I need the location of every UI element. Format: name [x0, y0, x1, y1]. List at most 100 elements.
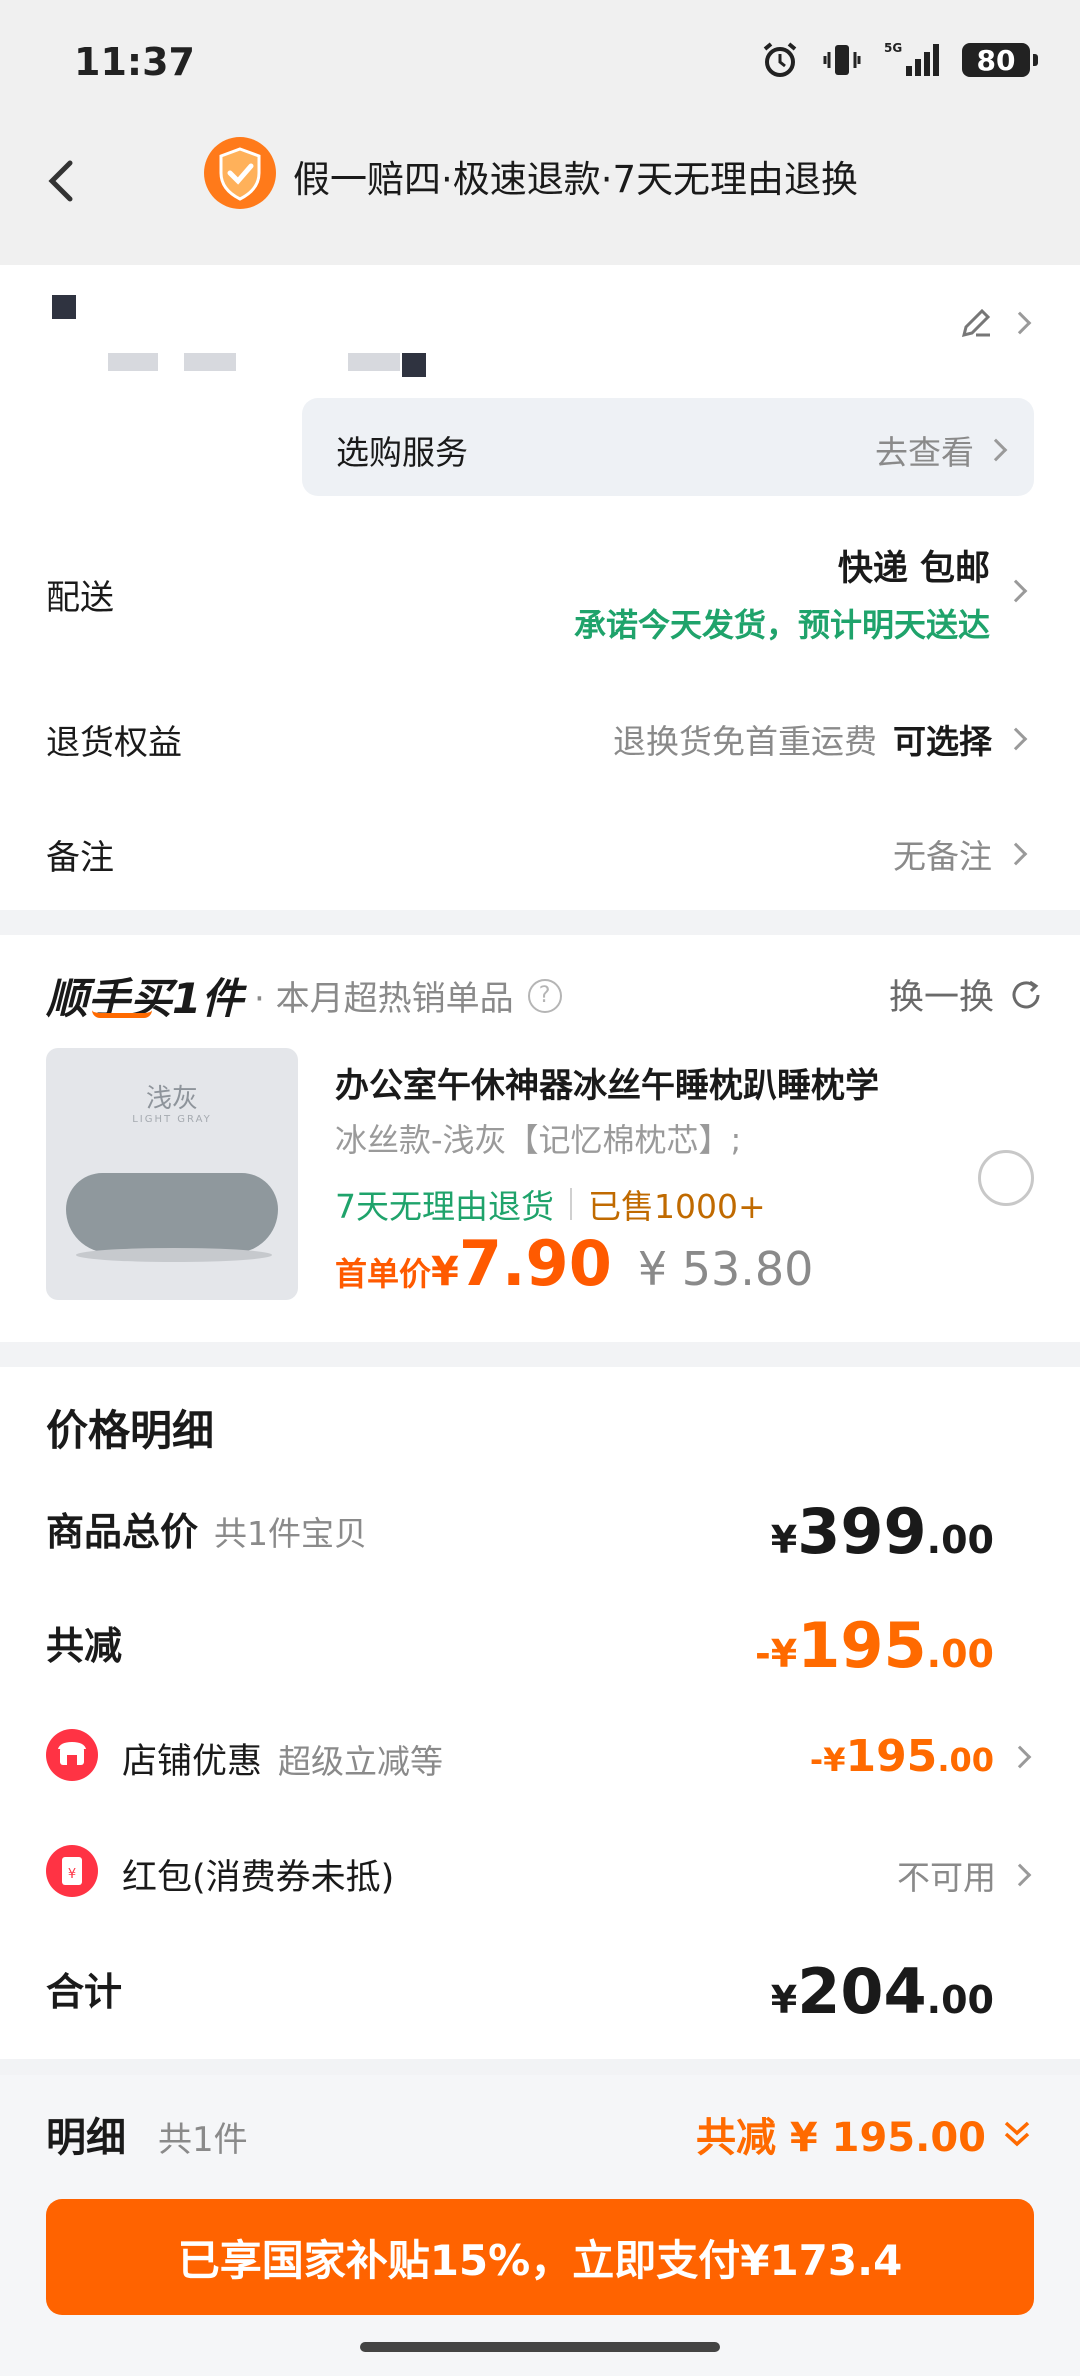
amount-currency: ¥ [770, 1518, 798, 1562]
shop-discount-row[interactable]: 店铺优惠 超级立减等 -¥ 195.00 [46, 1725, 1034, 1795]
home-indicator [360, 2342, 720, 2352]
swap-label: 换一换 [888, 978, 994, 1018]
amount-decimal: .00 [937, 1741, 994, 1779]
price-detail-title: 价格明细 [46, 1406, 215, 1455]
product-image[interactable]: 浅灰 LIGHT GRAY [46, 1048, 298, 1300]
price-label: 首单价 [335, 1255, 432, 1293]
help-icon[interactable]: ? [527, 978, 562, 1013]
product-price: 首单价 ¥ 7.90 ¥ 53.80 [335, 1227, 813, 1300]
amount-integer: 195 [845, 1731, 938, 1782]
status-bar: 11:37 5G 80 [0, 0, 1080, 125]
delivery-label: 配送 [46, 578, 114, 618]
pillow-graphic [66, 1173, 278, 1253]
red-packet-status: 不可用 [897, 1851, 1032, 1899]
service-link-text: 去查看 [875, 433, 974, 472]
returns-value: 退换货免首重运费 [613, 722, 877, 761]
chevron-right-icon [1008, 1863, 1032, 1887]
total-amount: ¥399.00 [771, 1495, 994, 1568]
note-value: 无备注 [893, 837, 992, 876]
returns-option[interactable]: 退换货免首重运费 可选择 [613, 715, 1028, 763]
price-currency: ¥ [431, 1249, 459, 1295]
total-label-text: 商品总价 [46, 1510, 199, 1554]
product-image-sublabel: LIGHT GRAY [132, 1114, 212, 1125]
product-title[interactable]: 办公室午休神器冰丝午睡枕趴睡枕学 [335, 1058, 879, 1107]
battery-icon: 80 [962, 43, 1038, 77]
shop-discount-label-text: 店铺优惠 [122, 1742, 263, 1782]
alarm-icon [760, 40, 800, 80]
amount-currency: -¥ [755, 1632, 798, 1676]
back-button[interactable] [36, 145, 96, 215]
address-card: 选购服务 去查看 配送 快递 包邮 承诺今天发货，预计明天送达 退货权益 退换货… [0, 265, 1080, 910]
tag-divider [570, 1188, 572, 1220]
chevron-right-icon [1004, 842, 1028, 866]
service-label: 选购服务 [336, 433, 468, 472]
price-detail-card: 价格明细 商品总价 共1件宝贝 ¥399.00 共减 -¥ 195.00 店铺优惠超… [0, 1367, 1080, 2059]
checkout-bar: 明细 共1件 共减 ¥ 195.00 已享国家补贴15%，立即支付¥173.4 [0, 2075, 1080, 2376]
select-product-radio[interactable] [978, 1150, 1034, 1206]
amount-decimal: .00 [926, 1978, 994, 2022]
note-label: 备注 [46, 838, 114, 878]
amount-integer: 204 [797, 1955, 927, 2028]
pay-button[interactable]: 已享国家补贴15%，立即支付¥173.4 [46, 2199, 1034, 2315]
reduction-amount: -¥ 195.00 [755, 1609, 994, 1682]
total-row: 商品总价 共1件宝贝 ¥399.00 [46, 1495, 1034, 1568]
upsell-subtitle: · 本月超热销单品 ? [254, 971, 562, 1020]
upsell-card: 顺手买1件 · 本月超热销单品 ? 换一换 浅灰 LIGHT GRAY 办公室午… [0, 935, 1080, 1342]
pillow-shadow [76, 1248, 272, 1262]
service-selection[interactable]: 选购服务 去查看 [302, 398, 1034, 496]
amount-integer: 399 [797, 1495, 927, 1568]
signal-5g-icon: 5G [884, 40, 940, 80]
chevron-right-icon [984, 438, 1008, 462]
price-value: 7.90 [458, 1227, 612, 1300]
product-tags: 7天无理由退货 已售1000+ [335, 1180, 766, 1228]
detail-summary[interactable]: 明细 共1件 [46, 2105, 248, 2163]
chevron-right-icon [1004, 727, 1028, 751]
red-packet-label: 红包(消费券未抵) [122, 1858, 395, 1898]
sum-row: 合计 ¥204.00 [46, 1955, 1034, 2028]
note-option[interactable]: 无备注 [893, 830, 1028, 878]
svg-text:5G: 5G [884, 41, 902, 55]
shop-discount-label: 店铺优惠 超级立减等 [122, 1733, 443, 1784]
vibrate-icon [822, 40, 862, 80]
reduction-summary-text: 共减 ¥ 195.00 [695, 2115, 986, 2161]
return-tag: 7天无理由退货 [335, 1187, 554, 1226]
red-packet-value: 不可用 [897, 1858, 996, 1897]
chevron-right-icon[interactable] [1004, 579, 1028, 603]
shop-discount-amount: -¥ 195.00 [810, 1731, 994, 1782]
chevron-right-icon [1008, 311, 1032, 335]
service-view-link[interactable]: 去查看 [875, 426, 1008, 474]
delivery-promise: 承诺今天发货，预计明天送达 [573, 606, 990, 644]
amount-currency: -¥ [809, 1741, 846, 1779]
total-label: 商品总价 共1件宝贝 [46, 1501, 367, 1556]
amount-decimal: .00 [926, 1632, 994, 1676]
product-spec: 冰丝款-浅灰【记忆棉枕芯】; [335, 1121, 742, 1159]
returns-label: 退货权益 [46, 723, 182, 763]
sum-label: 合计 [46, 1970, 123, 2014]
status-time: 11:37 [74, 40, 195, 84]
product-image-label: 浅灰 [145, 1084, 198, 1114]
reduction-label: 共减 [46, 1624, 123, 1668]
svg-text:¥: ¥ [68, 1867, 76, 1882]
shield-icon [203, 133, 277, 213]
back-arrow-icon [48, 160, 73, 202]
detail-count: 共1件 [158, 2120, 248, 2160]
chevron-right-icon [1008, 1745, 1032, 1769]
shop-discount-sub: 超级立减等 [278, 1742, 444, 1781]
status-icons: 5G 80 [760, 40, 1038, 80]
detail-label: 明细 [46, 2115, 126, 2161]
red-packet-row[interactable]: ¥ 红包(消费券未抵) 不可用 [46, 1841, 1034, 1911]
original-price: ¥ 53.80 [637, 1242, 814, 1296]
upsell-subtitle-text: · 本月超热销单品 [254, 979, 514, 1019]
reduction-summary[interactable]: 共减 ¥ 195.00 [696, 2105, 1034, 2163]
address-redacted[interactable] [52, 295, 492, 377]
shop-discount-icon [46, 1729, 98, 1781]
sold-tag: 已售1000+ [588, 1187, 766, 1226]
edit-address-button[interactable] [958, 305, 1032, 341]
amount-integer: 195 [797, 1609, 927, 1682]
sum-amount: ¥204.00 [771, 1955, 994, 2028]
total-sub: 共1件宝贝 [214, 1514, 368, 1553]
swap-button[interactable]: 换一换 [889, 969, 1044, 1020]
delivery-method[interactable]: 快递 包邮 [838, 540, 990, 591]
reduction-row: 共减 -¥ 195.00 [46, 1609, 1034, 1682]
edit-icon [961, 308, 991, 338]
